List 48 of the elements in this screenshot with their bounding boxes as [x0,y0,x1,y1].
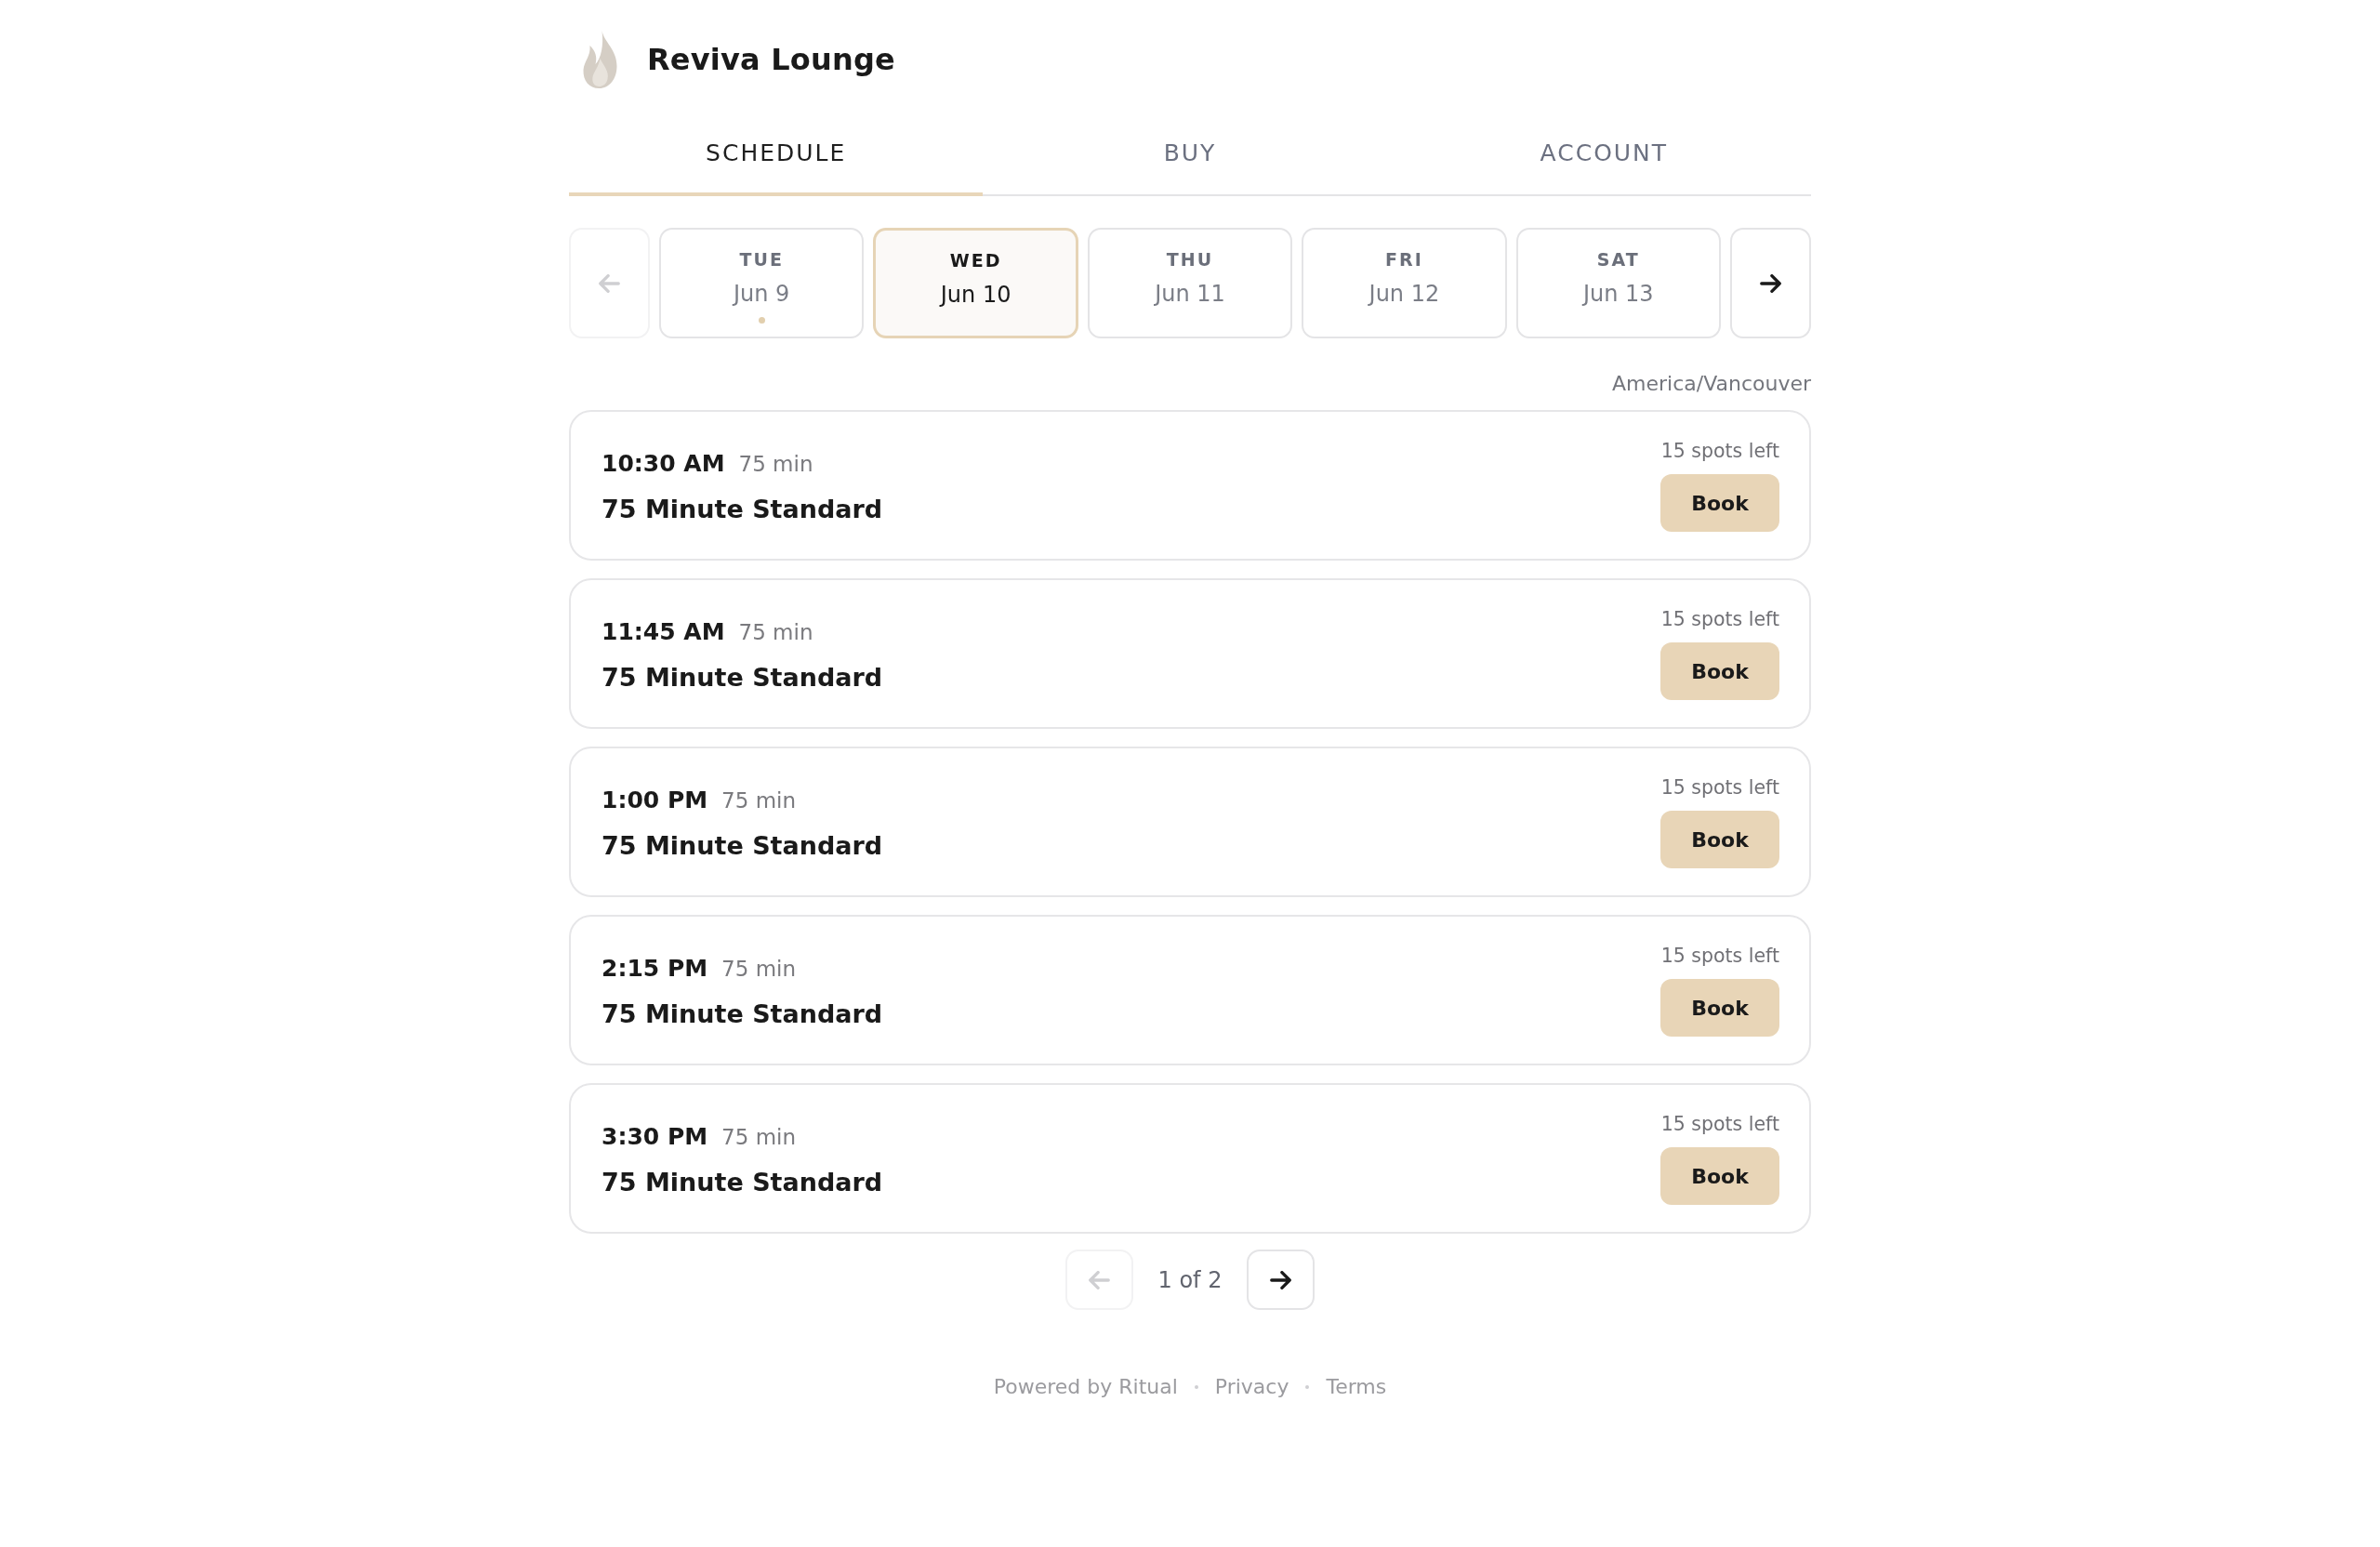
flame-logo-icon [581,31,619,88]
day-button[interactable]: FRI Jun 12 [1302,228,1507,338]
arrow-right-icon [1760,273,1781,293]
session-title: 75 Minute Standard [602,830,883,862]
session-title: 75 Minute Standard [602,662,883,694]
arrow-right-icon [1270,1270,1292,1289]
session-duration: 75 min [721,787,797,814]
arrow-left-icon [599,273,620,293]
footer-link[interactable]: Terms [1326,1374,1387,1400]
tab[interactable]: BUY [983,107,1397,196]
session-duration: 75 min [738,451,813,478]
book-button[interactable]: Book [1660,1147,1779,1205]
powered-by-link[interactable]: Powered by Ritual [993,1374,1178,1400]
page-indicator: 1 of 2 [1157,1265,1223,1294]
spots-left-label: 15 spots left [1660,944,1779,968]
footer-link[interactable]: Privacy [1214,1374,1289,1400]
next-page-button[interactable] [1247,1250,1316,1310]
session-title: 75 Minute Standard [602,1167,883,1198]
tab[interactable]: SCHEDULE [569,107,984,196]
day-button[interactable]: THU Jun 11 [1087,228,1293,338]
day-button[interactable]: TUE Jun 9 [659,228,865,338]
session-duration: 75 min [721,956,797,983]
spots-left-label: 15 spots left [1660,607,1779,631]
spots-left-label: 15 spots left [1660,439,1779,463]
arrow-left-icon [1088,1270,1110,1289]
session-time: 3:30 PM [602,1122,708,1152]
separator-dot-icon [1305,1385,1310,1389]
day-button[interactable]: SAT Jun 13 [1515,228,1721,338]
spots-left-label: 15 spots left [1660,775,1779,800]
session-title: 75 Minute Standard [602,998,883,1030]
session-time: 1:00 PM [602,786,708,815]
day-button[interactable]: WED Jun 10 [873,228,1078,338]
spots-left-label: 15 spots left [1660,1112,1779,1136]
session-time: 11:45 AM [602,617,725,647]
session-title: 75 Minute Standard [602,494,883,525]
timezone-label: America/Vancouver [1611,371,1811,397]
book-button[interactable]: Book [1660,979,1779,1037]
separator-dot-icon [1194,1385,1198,1389]
tab[interactable]: ACCOUNT [1396,107,1811,196]
next-week-button[interactable] [1730,228,1811,338]
session-time: 2:15 PM [602,954,708,984]
book-button[interactable]: Book [1660,642,1779,700]
book-button[interactable]: Book [1660,811,1779,868]
book-button[interactable]: Book [1660,474,1779,532]
session-duration: 75 min [721,1124,797,1151]
brand-name: Reviva Lounge [647,42,895,77]
session-time: 10:30 AM [602,449,725,479]
session-duration: 75 min [738,619,813,646]
